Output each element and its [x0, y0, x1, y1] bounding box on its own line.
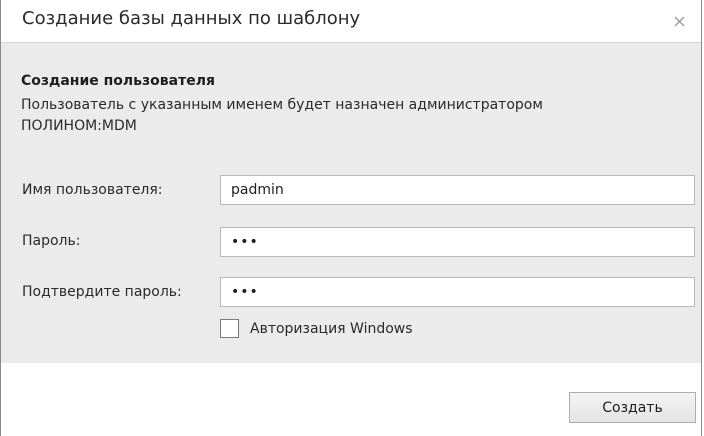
- password-input[interactable]: [220, 227, 695, 257]
- close-x-icon: [674, 12, 685, 31]
- windows-auth-checkbox[interactable]: [220, 319, 239, 338]
- dialog-titlebar: Создание базы данных по шаблону: [1, 0, 701, 43]
- windows-auth-label[interactable]: Авторизация Windows: [250, 321, 413, 337]
- close-button[interactable]: [657, 1, 701, 41]
- dialog-title: Создание базы данных по шаблону: [22, 8, 361, 29]
- create-button[interactable]: Создать: [569, 392, 696, 423]
- dialog-content: Создание пользователя Пользователь с ука…: [1, 43, 701, 363]
- username-label: Имя пользователя:: [22, 182, 163, 198]
- username-input[interactable]: [220, 175, 695, 205]
- confirm-password-input[interactable]: [220, 277, 695, 307]
- section-heading: Создание пользователя: [21, 73, 215, 89]
- password-label: Пароль:: [22, 233, 81, 249]
- windows-auth-option[interactable]: Авторизация Windows: [220, 319, 413, 338]
- create-database-dialog: Создание базы данных по шаблону Создание…: [0, 0, 702, 436]
- section-description: Пользователь с указанным именем будет на…: [21, 97, 543, 134]
- dialog-footer: Создать: [1, 363, 701, 436]
- confirm-password-label: Подтвердите пароль:: [22, 284, 182, 300]
